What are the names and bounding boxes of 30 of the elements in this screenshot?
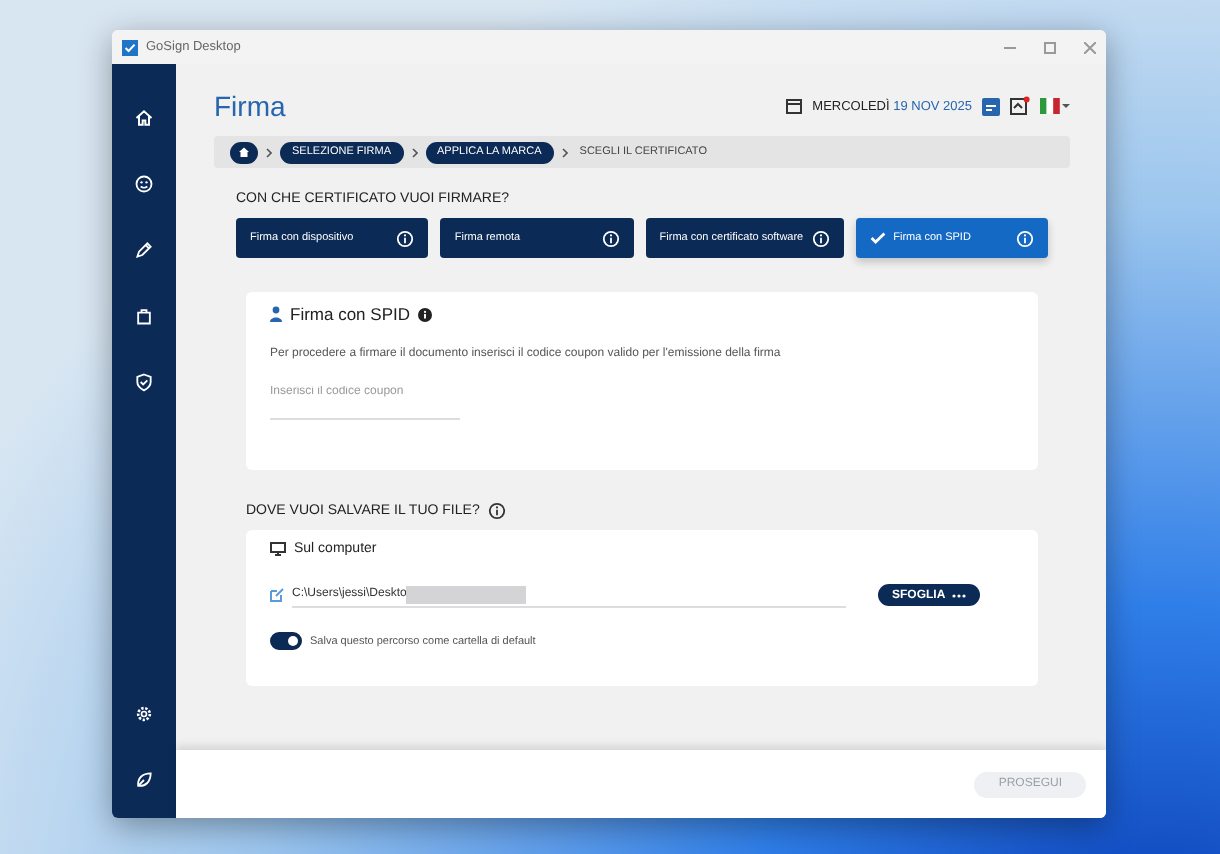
- bag-icon[interactable]: [134, 306, 154, 326]
- home-icon: [238, 146, 250, 158]
- chevron-icon: [561, 147, 568, 157]
- redacted-block: [406, 585, 527, 603]
- app-logo-icon: [122, 39, 138, 55]
- shield-check-icon[interactable]: [134, 372, 154, 392]
- person-icon: [270, 306, 282, 322]
- page-title: Firma: [214, 90, 286, 122]
- calendar-icon: [786, 98, 803, 114]
- info-icon[interactable]: [418, 307, 432, 321]
- maximize-icon[interactable]: [1044, 41, 1056, 53]
- settings-icon[interactable]: [134, 704, 154, 724]
- default-folder-toggle[interactable]: [270, 632, 302, 650]
- home-icon[interactable]: [134, 108, 154, 128]
- minimize-icon[interactable]: [1004, 41, 1016, 53]
- smiley-icon[interactable]: [134, 174, 154, 194]
- leaf-icon[interactable]: [134, 770, 154, 790]
- monitor-icon: [270, 542, 286, 556]
- chat-icon[interactable]: [982, 97, 1000, 115]
- notification-icon[interactable]: [1010, 96, 1030, 116]
- close-icon[interactable]: [1084, 41, 1096, 53]
- flag-icon[interactable]: [1040, 98, 1070, 114]
- edit-icon: [270, 588, 284, 602]
- card-title: Firma con SPID: [290, 304, 410, 324]
- info-icon[interactable]: [487, 502, 506, 520]
- checkmark-icon: [869, 232, 886, 244]
- chevron-icon: [266, 147, 272, 157]
- chevron-icon: [411, 147, 418, 157]
- pen-icon[interactable]: [134, 240, 154, 260]
- home-crumb[interactable]: [230, 141, 258, 163]
